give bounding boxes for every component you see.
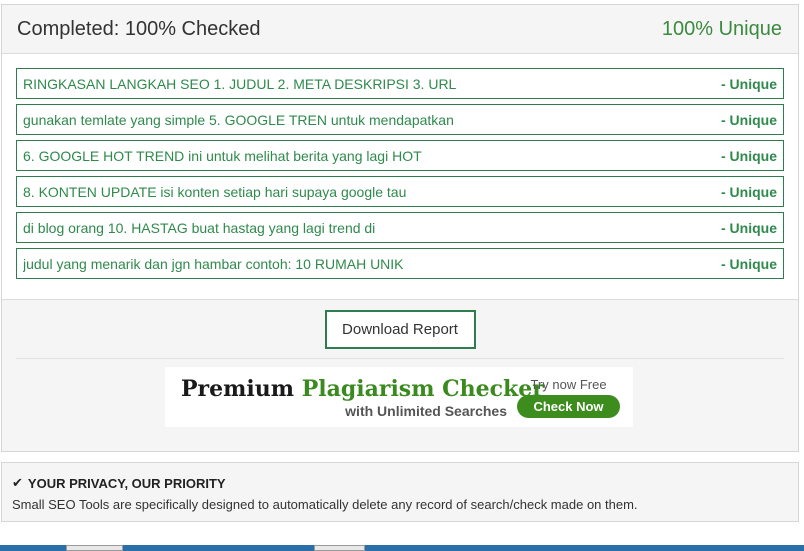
try-now-label: Try now Free bbox=[530, 376, 607, 392]
unique-tag: - Unique bbox=[721, 219, 777, 236]
unique-tag: - Unique bbox=[721, 183, 777, 200]
download-report-button[interactable]: Download Report bbox=[324, 309, 476, 349]
unique-tag: - Unique bbox=[721, 111, 777, 128]
result-row: 6. GOOGLE HOT TREND ini untuk melihat be… bbox=[16, 140, 784, 171]
unique-percentage: 100% Unique bbox=[661, 17, 782, 40]
privacy-title: ✔ YOUR PRIVACY, OUR PRIORITY bbox=[12, 475, 788, 491]
result-row: 8. KONTEN UPDATE isi konten setiap hari … bbox=[16, 176, 784, 207]
banner-title: Premium Plagiarism Checker bbox=[181, 375, 544, 402]
unique-tag: - Unique bbox=[721, 75, 777, 92]
privacy-text: Small SEO Tools are specifically designe… bbox=[12, 497, 638, 512]
privacy-notice: ✔ YOUR PRIVACY, OUR PRIORITY Small SEO T… bbox=[1, 462, 799, 522]
completed-status: Completed: 100% Checked bbox=[17, 17, 261, 40]
privacy-title-text: YOUR PRIVACY, OUR PRIORITY bbox=[27, 475, 226, 491]
result-text: 8. KONTEN UPDATE isi konten setiap hari … bbox=[23, 183, 407, 200]
result-text: judul yang menarik dan jgn hambar contoh… bbox=[23, 255, 404, 272]
unique-tag: - Unique bbox=[721, 147, 777, 164]
results-header: Completed: 100% Checked 100% Unique bbox=[2, 5, 798, 54]
divider bbox=[16, 358, 784, 359]
banner-subtitle: with Unlimited Searches bbox=[345, 402, 507, 419]
results-list: RINGKASAN LANGKAH SEO 1. JUDUL 2. META D… bbox=[2, 54, 798, 300]
taskbar-tab[interactable] bbox=[66, 545, 123, 551]
result-text: 6. GOOGLE HOT TREND ini untuk melihat be… bbox=[23, 147, 422, 164]
result-row: gunakan temlate yang simple 5. GOOGLE TR… bbox=[16, 104, 784, 135]
banner-text: Premium Plagiarism Checker with Unlimite… bbox=[165, 375, 544, 419]
taskbar-tab[interactable] bbox=[314, 545, 365, 551]
check-now-button[interactable]: Check Now bbox=[517, 394, 620, 418]
result-text: di blog orang 10. HASTAG buat hastag yan… bbox=[23, 219, 376, 236]
download-area: Download Report bbox=[2, 300, 798, 358]
banner-title-accent: Plagiarism Checker bbox=[301, 375, 544, 402]
unique-tag: - Unique bbox=[721, 255, 777, 272]
premium-banner[interactable]: Premium Plagiarism Checker with Unlimite… bbox=[165, 367, 633, 427]
result-text: gunakan temlate yang simple 5. GOOGLE TR… bbox=[23, 111, 454, 128]
result-row: judul yang menarik dan jgn hambar contoh… bbox=[16, 248, 784, 279]
result-row: di blog orang 10. HASTAG buat hastag yan… bbox=[16, 212, 784, 243]
banner-cta: Try now Free Check Now bbox=[517, 377, 620, 418]
checkmark-icon: ✔ bbox=[12, 475, 23, 490]
result-text: RINGKASAN LANGKAH SEO 1. JUDUL 2. META D… bbox=[23, 75, 457, 92]
banner-title-main: Premium bbox=[181, 375, 302, 402]
result-row: RINGKASAN LANGKAH SEO 1. JUDUL 2. META D… bbox=[16, 68, 784, 99]
